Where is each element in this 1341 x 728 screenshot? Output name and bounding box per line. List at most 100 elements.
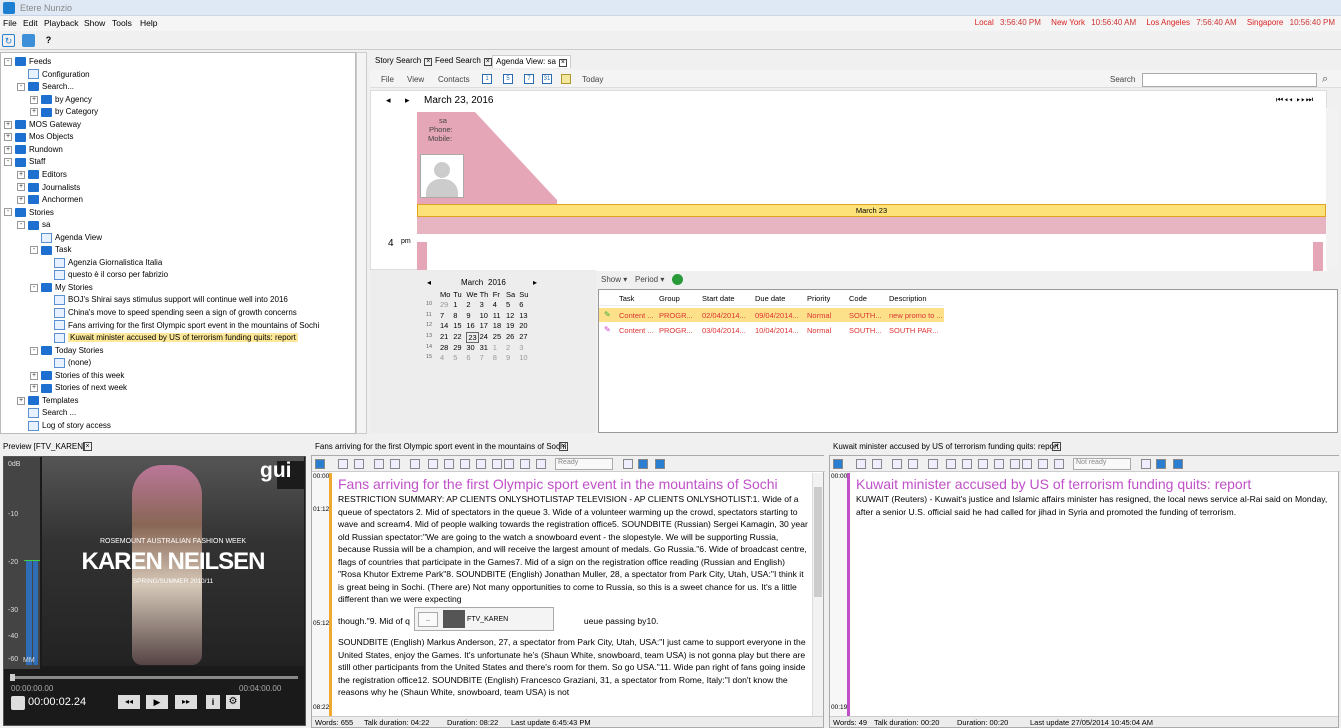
calendar-day[interactable]: 9 [466,311,470,320]
refresh-icon[interactable]: ↻ [2,34,15,47]
expand-icon[interactable]: + [17,396,25,405]
calendar-day[interactable]: 25 [493,332,501,341]
calendar-day[interactable]: 31 [480,343,488,352]
show-dropdown[interactable]: Show ▾ [601,275,627,284]
tree-item[interactable]: - Task [30,244,71,256]
editor-tool-icon[interactable] [833,459,843,469]
day-view-icon[interactable]: 1 [482,74,492,84]
calendar-day[interactable]: 20 [519,321,527,330]
tree-item[interactable]: + by Agency [30,94,92,106]
calendar-day[interactable]: 28 [440,343,448,352]
story-status-select[interactable]: Not ready [1073,458,1131,470]
media-attachment-popup[interactable]: .. FTV_KAREN [414,607,554,631]
tree-item[interactable]: + MOS Gateway [4,119,81,131]
agenda-contacts-menu[interactable]: Contacts [438,75,470,84]
tree-item[interactable]: + Editors [17,169,67,181]
calendar-day[interactable]: 7 [440,311,444,320]
grid-icon[interactable] [410,459,420,469]
close-icon[interactable]: × [558,59,567,67]
story-status-select[interactable]: Ready [555,458,613,470]
calendar-day[interactable]: 23 [466,332,479,344]
close-icon[interactable] [1141,459,1151,469]
redo-icon[interactable] [908,459,918,469]
calendar-day[interactable]: 10 [519,353,527,362]
link-icon[interactable] [1156,459,1166,469]
text-icon[interactable] [504,459,514,469]
save-icon[interactable] [856,459,866,469]
close-icon[interactable]: × [83,442,92,451]
calendar-day[interactable]: 4 [440,353,444,362]
calendar-day[interactable]: 2 [506,343,510,352]
agenda-file-menu[interactable]: File [381,75,394,84]
tree-item[interactable]: + by Category [30,106,98,118]
calendar-day[interactable]: 21 [440,332,448,341]
column-header[interactable]: Description [889,294,927,303]
tree-item[interactable]: BOJ's Shirai says stimulus support will … [43,294,288,306]
collapse-icon[interactable]: - [30,283,38,292]
menu-file[interactable]: File [3,18,17,28]
tree-item[interactable]: - My Stories [30,282,93,294]
column-header[interactable]: Group [659,294,680,303]
format-icon[interactable] [492,459,502,469]
tree-item[interactable]: Fans arriving for the first Olympic spor… [43,320,319,332]
refresh-icon[interactable] [672,274,683,285]
calendar-day[interactable]: 8 [453,311,457,320]
zoom-icon[interactable] [520,459,530,469]
close-icon[interactable] [623,459,633,469]
calendar-day[interactable]: 22 [453,332,461,341]
tree-item[interactable]: + Templates [17,395,78,407]
collapse-icon[interactable]: - [30,246,38,255]
calendar-day[interactable]: 7 [480,353,484,362]
close-icon[interactable]: × [1052,442,1061,451]
column-header[interactable]: Code [849,294,867,303]
edit-icon[interactable] [11,696,25,710]
collapse-icon[interactable]: - [4,208,12,217]
refresh-icon[interactable] [1173,459,1183,469]
step-forward-icon[interactable]: ▸▸ [175,695,197,709]
collapse-icon[interactable]: - [30,346,38,355]
month-view-icon[interactable]: 31 [542,74,552,84]
menu-show[interactable]: Show [84,18,105,28]
collapse-icon[interactable]: - [17,82,25,91]
tree-item[interactable]: Agenda View [30,232,102,244]
calendar-day[interactable]: 16 [466,321,474,330]
column-header[interactable]: Task [619,294,634,303]
expand-icon[interactable]: + [30,108,38,117]
expand-icon[interactable]: + [4,145,12,154]
print-icon[interactable] [872,459,882,469]
expand-icon[interactable]: + [17,183,25,192]
week-view-icon[interactable]: 7 [524,74,534,84]
refresh-icon[interactable] [655,459,665,469]
search-icon[interactable]: ⌕ [1322,73,1328,86]
column-header[interactable]: Priority [807,294,830,303]
format-icon[interactable] [978,459,988,469]
calendar-day[interactable]: 5 [506,300,510,309]
calendar-day[interactable]: 26 [506,332,514,341]
save-icon[interactable] [338,459,348,469]
calendar-day[interactable]: 8 [493,353,497,362]
period-dropdown[interactable]: Period ▾ [635,275,664,284]
tree-item[interactable]: Log of story access [17,420,111,432]
calendar-day[interactable]: 30 [466,343,474,352]
calendar-day[interactable]: 19 [506,321,514,330]
calendar-day[interactable]: 13 [519,311,527,320]
format-icon[interactable] [1010,459,1020,469]
tree-scrollbar[interactable] [356,52,367,434]
next-month-icon[interactable]: ▸ [533,278,537,287]
tree-item[interactable]: - Feeds [4,56,51,68]
calendar-day[interactable]: 5 [453,353,457,362]
undo-icon[interactable] [374,459,384,469]
tree-item[interactable]: Agenzia Giornalistica Italia [43,257,162,269]
editor-tool-icon[interactable] [315,459,325,469]
tree-item[interactable]: - Staff [4,156,45,168]
calendar-day[interactable]: 12 [506,311,514,320]
zoom-icon[interactable] [1038,459,1048,469]
collapse-icon[interactable]: - [4,158,12,167]
calendar-day[interactable]: 15 [453,321,461,330]
calendar-day[interactable]: 6 [466,353,470,362]
agenda-scrollbar[interactable] [1326,108,1338,268]
format-icon[interactable] [428,459,438,469]
calendar-icon[interactable] [561,74,571,84]
redo-icon[interactable] [390,459,400,469]
print-icon[interactable] [354,459,364,469]
